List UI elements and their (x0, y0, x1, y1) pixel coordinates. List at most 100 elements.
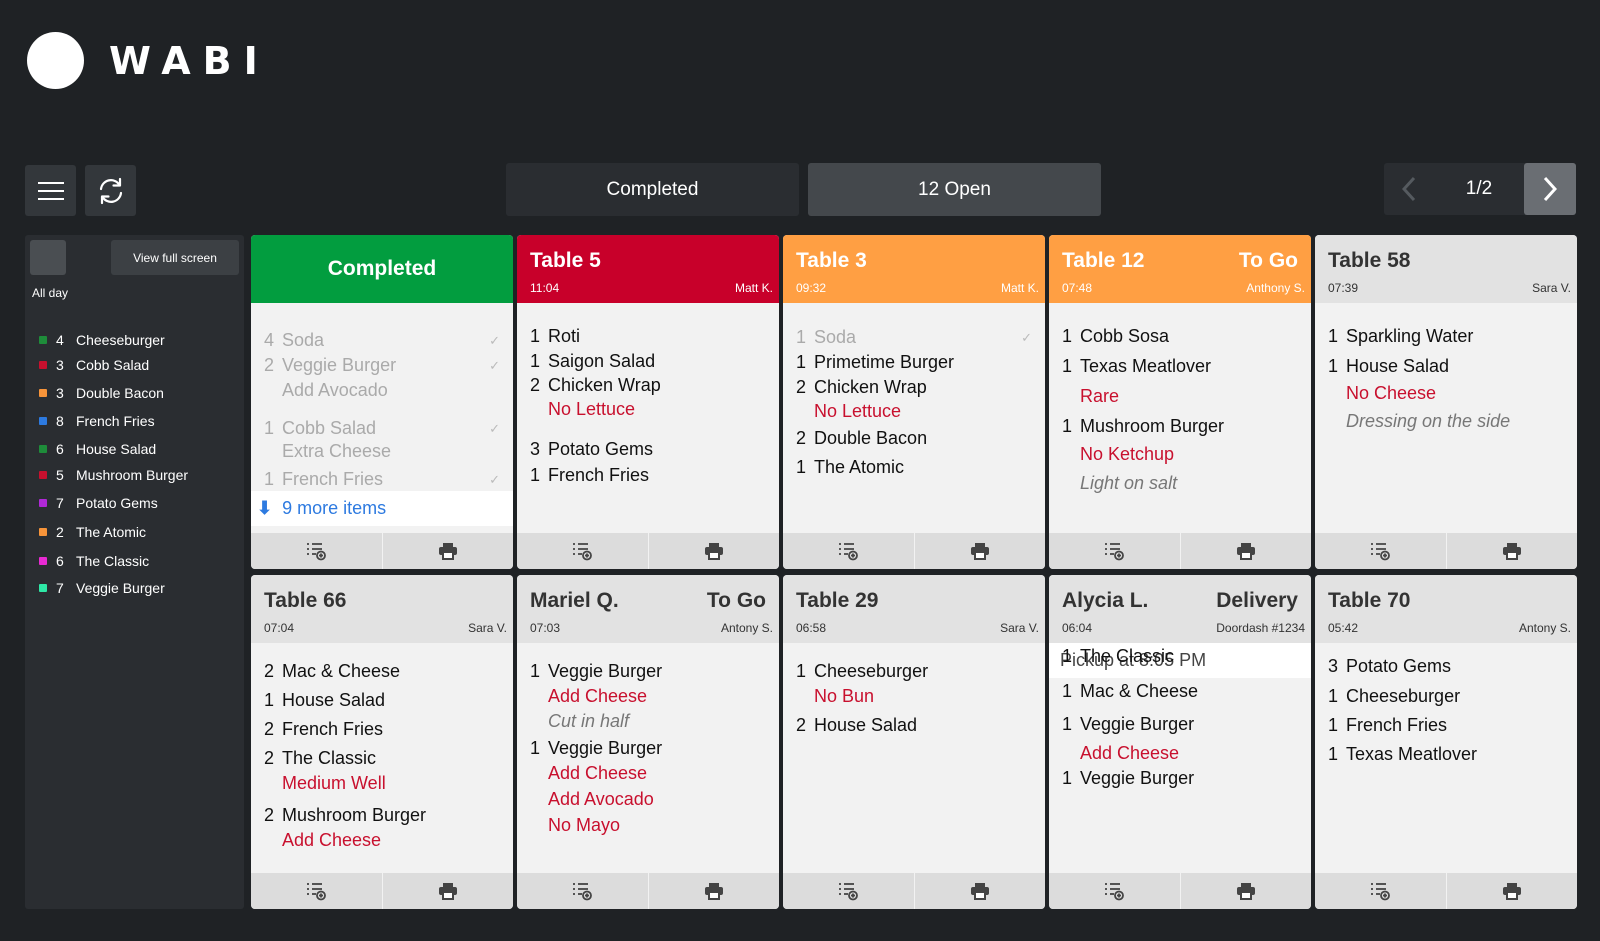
card-actions (1049, 533, 1311, 569)
item-name: Cheeseburger (1346, 686, 1461, 706)
checkmark-icon: ✓ (1021, 330, 1032, 345)
order-item: 1 Roti (530, 326, 580, 347)
item-name: Chicken Wrap (814, 377, 927, 397)
card-title: Table 70 (1328, 589, 1411, 612)
order-item: 1 Mushroom Burger (1062, 416, 1224, 437)
print-button[interactable] (1181, 533, 1312, 569)
hamburger-menu-icon (37, 181, 64, 200)
order-card[interactable]: Table 58 07:39 Sara V. 1 Sparkling Water 1 Hou… (1315, 235, 1577, 569)
order-card[interactable]: Table 12 To Go 07:48 Anthony S. 1 Cobb Sosa 1 T… (1049, 235, 1311, 569)
item-name: Veggie Burger (1080, 768, 1195, 788)
view-full-screen-button[interactable]: View full screen (111, 240, 239, 275)
order-card[interactable]: Mariel Q. To Go 07:03 Antony S. 1 Veggie Burg… (517, 575, 779, 909)
order-item: 1 French Fries (530, 465, 649, 486)
sidebar-color-swatch[interactable] (30, 240, 66, 275)
order-item: 1 House Salad (264, 690, 385, 711)
print-button[interactable] (1181, 873, 1312, 909)
item-qty: 1 (1062, 714, 1073, 734)
card-header: Mariel Q. To Go 07:03 Antony S. (517, 575, 779, 643)
item-qty: 1 (1328, 744, 1339, 764)
order-card[interactable]: Table 3 09:32 Matt K. 1 Soda ✓ 1 Primetime Burg… (783, 235, 1045, 569)
tab-completed[interactable]: Completed (506, 163, 799, 216)
sidebar-item-qty: 2 (56, 524, 64, 540)
tab-open[interactable]: 12 Open (808, 163, 1101, 216)
refresh-button[interactable] (85, 165, 136, 216)
print-button[interactable] (1447, 533, 1578, 569)
item-color-dot (39, 445, 47, 453)
list-add-icon (307, 543, 327, 561)
item-list-button[interactable] (1049, 873, 1181, 909)
item-list-button[interactable] (517, 873, 649, 909)
card-header: Table 29 06:58 Sara V. (783, 575, 1045, 643)
item-list-button[interactable] (251, 873, 383, 909)
card-header: Alycia L. Delivery 06:04 Doordash #1234 (1049, 575, 1311, 643)
sidebar-item: 6 The Classic (39, 551, 149, 571)
printer-icon (1236, 883, 1255, 900)
print-button[interactable] (649, 873, 780, 909)
item-list-button[interactable] (1315, 533, 1447, 569)
more-items-button[interactable]: ⬇ 9 more items (251, 491, 513, 526)
print-button[interactable] (1447, 873, 1578, 909)
card-actions (1049, 873, 1311, 909)
order-card[interactable]: Alycia L. Delivery 06:04 Doordash #1234 Pick… (1049, 575, 1311, 909)
item-list-button[interactable] (1049, 533, 1181, 569)
item-modifier: No Lettuce (548, 399, 636, 419)
order-card[interactable]: Completed 4 Soda ✓ 2 Veggie Burger ✓ Add Avocad… (251, 235, 513, 569)
server-name: Matt K. (1000, 281, 1039, 295)
item-name: House Salad (1346, 356, 1450, 376)
refresh-icon (99, 177, 122, 204)
order-time: 07:03 (530, 621, 561, 635)
sidebar-item: 3 Double Bacon (39, 383, 164, 403)
chevron-right-icon (1543, 176, 1557, 202)
order-time: 06:04 (1062, 621, 1093, 635)
sidebar-item-qty: 3 (56, 385, 64, 401)
arrow-down-icon: ⬇ (257, 498, 273, 518)
print-button[interactable] (383, 533, 514, 569)
print-button[interactable] (915, 533, 1046, 569)
order-item: 2 Chicken Wrap (530, 375, 661, 396)
item-list-button[interactable] (783, 873, 915, 909)
item-name: House Salad (814, 715, 918, 735)
item-list-button[interactable] (517, 533, 649, 569)
printer-icon (970, 883, 989, 900)
item-qty: 2 (264, 661, 275, 681)
item-name: Sparkling Water (1346, 326, 1474, 346)
order-card[interactable]: Table 70 05:42 Antony S. 3 Potato Gems 1 Chees… (1315, 575, 1577, 909)
order-card[interactable]: Table 29 06:58 Sara V. 1 Cheeseburger No Bun 2… (783, 575, 1045, 909)
print-button[interactable] (383, 873, 514, 909)
item-modifier: No Mayo (548, 815, 621, 835)
sidebar-item-name: Double Bacon (76, 385, 164, 401)
menu-button[interactable] (25, 165, 76, 216)
item-qty: 1 (530, 465, 541, 485)
order-item: 1 Texas Meatlover (1062, 356, 1211, 377)
item-qty: 2 (796, 377, 807, 397)
next-page-button[interactable] (1524, 163, 1576, 215)
print-button[interactable] (915, 873, 1046, 909)
item-modifier: Rare (1080, 386, 1120, 406)
item-modifier: No Cheese (1346, 383, 1437, 403)
item-color-dot (39, 557, 47, 565)
item-qty: 1 (796, 327, 807, 347)
item-qty: 1 (264, 690, 275, 710)
item-list-button[interactable] (251, 533, 383, 569)
item-qty: 1 (796, 661, 807, 681)
print-button[interactable] (649, 533, 780, 569)
previous-page-button[interactable] (1384, 163, 1434, 215)
order-item: 1 Cobb Sosa (1062, 326, 1169, 347)
item-name: Cobb Sosa (1080, 326, 1170, 346)
item-list-button[interactable] (1315, 873, 1447, 909)
card-actions (1315, 873, 1577, 909)
item-list-button[interactable] (783, 533, 915, 569)
item-qty: 1 (1062, 416, 1073, 436)
item-qty: 1 (530, 326, 541, 346)
item-qty: 3 (1328, 656, 1339, 676)
item-qty: 1 (1328, 326, 1339, 346)
sidebar-item-name: Mushroom Burger (76, 467, 189, 483)
item-name: The Classic (1080, 646, 1175, 666)
order-card[interactable]: Table 5 11:04 Matt K. 1 Roti 1 Saigon Salad 2 Ch… (517, 235, 779, 569)
sidebar-item-name: Potato Gems (76, 495, 158, 511)
card-body: 2 Mac & Cheese 1 House Salad 2 French Fries 2 T… (251, 643, 513, 873)
order-card[interactable]: Table 66 07:04 Sara V. 2 Mac & Cheese 1 House … (251, 575, 513, 909)
printer-icon (1502, 883, 1521, 900)
list-add-icon (573, 543, 593, 561)
